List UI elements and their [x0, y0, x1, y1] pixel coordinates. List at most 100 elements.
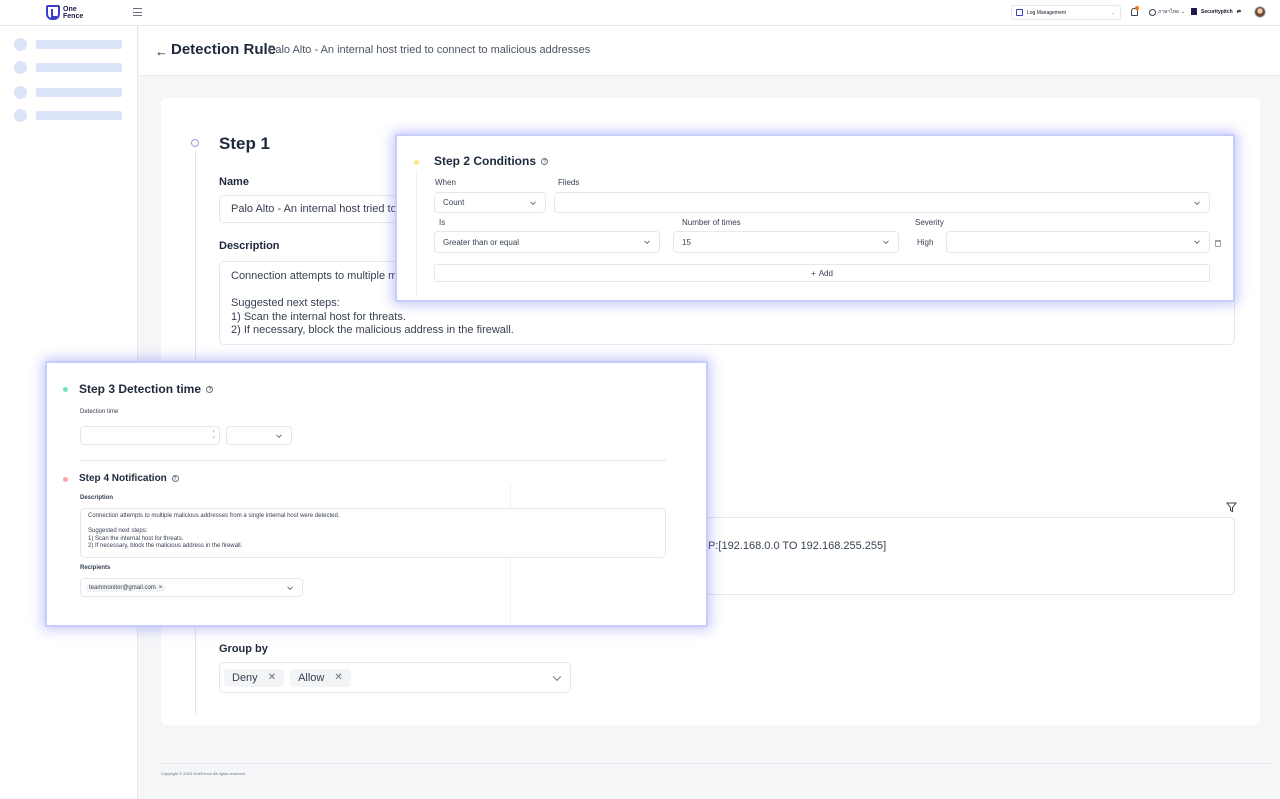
- severity-select[interactable]: [946, 231, 1210, 253]
- step4-title: Step 4 Notification ?: [79, 473, 179, 484]
- tag-label: Allow: [298, 671, 325, 684]
- step4-dot: [63, 477, 68, 482]
- sidebar-item-placeholder[interactable]: [14, 109, 122, 122]
- step2-title-text: Step 2 Conditions: [434, 154, 536, 168]
- group-by-tag: Deny ✕: [224, 668, 285, 687]
- placeholder-icon: [14, 109, 27, 122]
- step3-title-text: Step 3 Detection time: [79, 382, 202, 396]
- onefence-logo[interactable]: One Fence: [46, 5, 83, 20]
- is-value: Greater than or equal: [443, 237, 520, 247]
- page-subtitle: Palo Alto - An internal host tried to co…: [268, 44, 591, 56]
- section-divider: [80, 460, 666, 461]
- chevron-down-icon: [552, 672, 562, 681]
- close-icon[interactable]: ✕: [268, 672, 276, 683]
- copyright-text: Copyright © 2023 OneFence All rights res…: [161, 771, 246, 776]
- severity-label: Severity: [915, 218, 944, 227]
- close-icon[interactable]: ×: [159, 585, 163, 591]
- placeholder-icon: [14, 61, 27, 74]
- description-label: Description: [219, 240, 280, 252]
- sidebar-item-placeholder[interactable]: [14, 38, 122, 51]
- name-input[interactable]: Palo Alto - An internal host tried to: [219, 195, 404, 223]
- when-select[interactable]: Count: [434, 192, 546, 213]
- detection-time-input[interactable]: ˄ ˅: [80, 426, 220, 445]
- step2-title: Step 2 Conditions ?: [434, 154, 549, 168]
- chevron-down-icon: ⌄: [1110, 9, 1115, 16]
- when-label: When: [435, 178, 456, 187]
- chevron-down-icon: [1194, 238, 1200, 245]
- times-select[interactable]: 15: [673, 231, 899, 253]
- language-label: ภาษาไทย: [1158, 9, 1179, 15]
- filter-icon[interactable]: [1225, 500, 1238, 513]
- notification-description-textarea[interactable]: Connection attempts to multiple maliciou…: [80, 508, 666, 558]
- recipient-email: teammonitor@gmail.com: [89, 584, 156, 591]
- placeholder-icon: [14, 38, 27, 51]
- is-label: Is: [439, 218, 446, 227]
- fields-label: Flieds: [558, 178, 580, 187]
- app-selector[interactable]: Log Management ⌄: [1011, 5, 1121, 20]
- building-icon: [1191, 8, 1197, 15]
- switch-icon: ⇄: [1236, 8, 1241, 15]
- org-name: Securitypitch: [1201, 8, 1233, 15]
- language-switcher[interactable]: ภาษาไทย ⌄: [1149, 8, 1185, 16]
- group-by-select[interactable]: Deny ✕ Allow ✕: [219, 662, 571, 693]
- recipient-tag: teammonitor@gmail.com ×: [86, 583, 166, 592]
- step3-4-panel: Step 3 Detection time ? Detection time ˄…: [45, 361, 708, 627]
- step1-dot: [191, 139, 199, 147]
- step4-title-text: Step 4 Notification: [79, 473, 167, 484]
- step3-dot: [63, 387, 68, 392]
- name-label: Name: [219, 176, 249, 188]
- times-label: Number of times: [682, 218, 741, 227]
- placeholder-label: [36, 40, 122, 49]
- footer-divider: [161, 763, 1272, 764]
- placeholder-icon: [14, 86, 27, 99]
- back-arrow-icon[interactable]: ←: [155, 44, 168, 59]
- top-bar: One Fence Log Management ⌄ ภาษาไทย ⌄ Sec…: [0, 0, 1280, 26]
- help-icon[interactable]: ?: [541, 158, 549, 166]
- logo-text: One Fence: [63, 5, 84, 20]
- app-selector-label: Log Management: [1027, 9, 1066, 16]
- chevron-down-icon: [1194, 198, 1200, 205]
- add-condition-button[interactable]: + Add: [434, 264, 1210, 282]
- times-value: 15: [682, 237, 691, 247]
- step3-title: Step 3 Detection time ?: [79, 382, 214, 396]
- app-icon: [1016, 9, 1023, 16]
- page-title: Detection Rule: [171, 41, 277, 58]
- tag-label: Deny: [232, 671, 258, 684]
- org-switcher[interactable]: Securitypitch ⇄: [1191, 8, 1241, 15]
- is-select[interactable]: Greater than or equal: [434, 231, 660, 253]
- query-text: P:[192.168.0.0 TO 192.168.255.255]: [708, 539, 887, 552]
- group-by-label: Group by: [219, 643, 268, 655]
- placeholder-label: [36, 111, 122, 120]
- plus-icon: +: [811, 268, 816, 278]
- step2-panel: Step 2 Conditions ? When Count Flieds Is…: [395, 134, 1235, 302]
- notification-badge: [1135, 6, 1139, 10]
- notification-description-label: Description: [80, 495, 114, 501]
- sidebar-item-placeholder[interactable]: [14, 86, 122, 99]
- shield-logo-icon: [46, 5, 60, 20]
- globe-icon: [1149, 8, 1156, 16]
- placeholder-label: [36, 63, 122, 72]
- step2-timeline: [416, 170, 417, 295]
- detection-time-label: Detection time: [80, 409, 119, 415]
- step1-title: Step 1: [219, 134, 271, 153]
- chevron-down-icon: [276, 431, 282, 438]
- trash-icon[interactable]: [1215, 240, 1221, 247]
- menu-toggle-icon[interactable]: [133, 8, 142, 16]
- severity-value: High: [917, 238, 934, 247]
- chevron-down-icon: ⌄: [1180, 9, 1186, 15]
- help-icon[interactable]: ?: [171, 474, 179, 482]
- fields-select[interactable]: [554, 192, 1210, 213]
- avatar[interactable]: [1254, 6, 1266, 18]
- sidebar-item-placeholder[interactable]: [14, 61, 122, 74]
- stepper-icon[interactable]: ˄ ˅: [212, 429, 215, 441]
- close-icon[interactable]: ✕: [334, 672, 342, 683]
- group-by-tag: Allow ✕: [290, 668, 351, 687]
- detection-unit-select[interactable]: [226, 426, 292, 445]
- step2-dot: [414, 160, 419, 165]
- recipients-label: Recipients: [80, 565, 111, 571]
- page-header: ← Detection Rule Palo Alto - An internal…: [139, 26, 1280, 76]
- chevron-down-icon: [530, 198, 536, 205]
- add-label: Add: [818, 268, 833, 278]
- recipients-select[interactable]: teammonitor@gmail.com ×: [80, 578, 303, 597]
- help-icon[interactable]: ?: [206, 386, 214, 394]
